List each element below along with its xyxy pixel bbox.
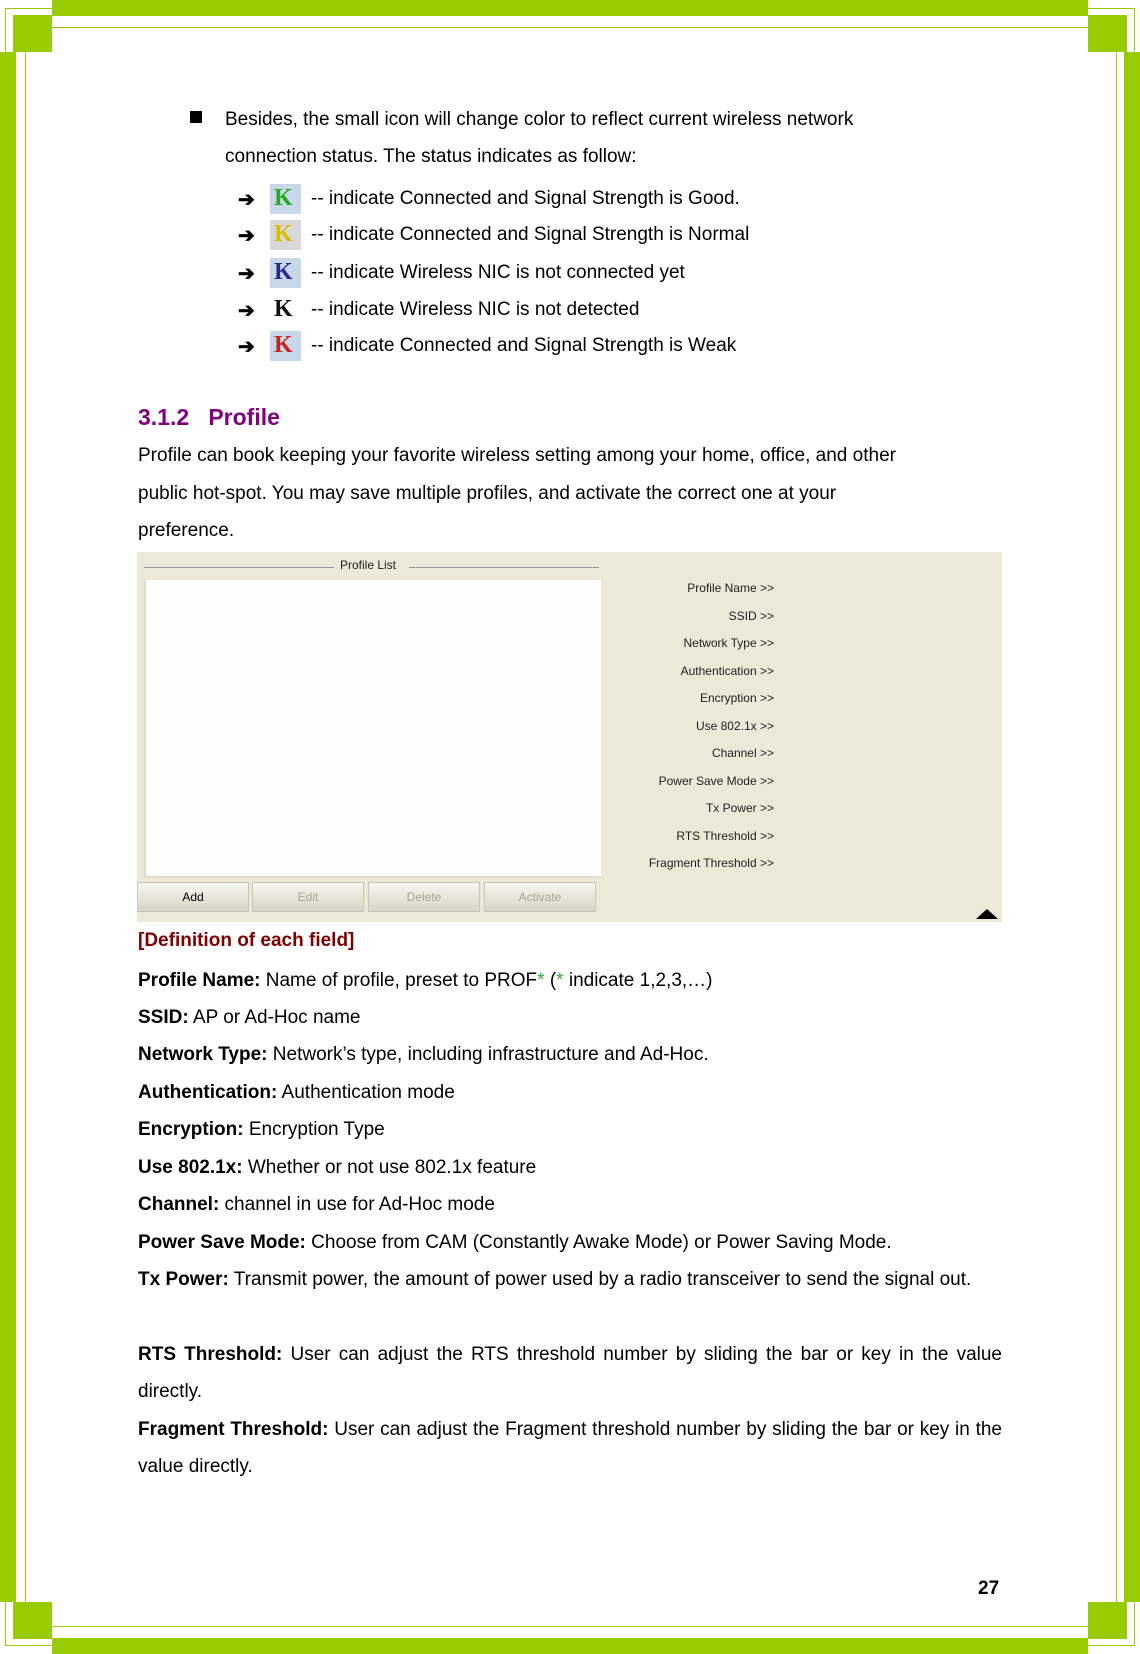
profile-screenshot: Profile List Add Edit Delete Activate Pr… [137, 552, 1002, 922]
arrow-right-icon: ➔ [238, 299, 255, 322]
definition-ssid: SSID: AP or Ad-Hoc name [138, 1007, 361, 1028]
definition-encryption: Encryption: Encryption Type [138, 1119, 385, 1140]
bullet-line-2: connection status. The status indicates … [225, 146, 637, 167]
definition-channel: Channel: channel in use for Ad-Hoc mode [138, 1194, 495, 1215]
section-heading: 3.1.2 Profile [138, 404, 280, 430]
definition-profile-name: Profile Name: Name of profile, preset to… [138, 970, 713, 991]
field-authentication: Authentication >> [680, 664, 774, 678]
delete-button[interactable]: Delete [368, 882, 480, 912]
definitions-heading: [Definition of each field] [138, 930, 355, 951]
tray-icon-yellow: K [270, 220, 301, 250]
field-rts-threshold: RTS Threshold >> [676, 829, 774, 843]
definition-rts-threshold: RTS Threshold: User can adjust the RTS t… [138, 1344, 1003, 1402]
tray-icon-blue-red: K [270, 258, 301, 288]
field-tx-power: Tx Power >> [705, 801, 774, 815]
arrow-right-icon: ➔ [238, 224, 255, 247]
status-item: ➔ K -- indicate Connected and Signal Str… [238, 181, 740, 217]
definition-use-8021x: Use 802.1x: Whether or not use 802.1x fe… [138, 1157, 537, 1178]
field-profile-name: Profile Name >> [687, 581, 774, 595]
definition-authentication: Authentication: Authentication mode [138, 1082, 455, 1103]
field-network-type: Network Type >> [683, 636, 775, 650]
field-channel: Channel >> [711, 746, 774, 760]
arrow-right-icon: ➔ [238, 335, 255, 358]
intro-line-3: preference. [138, 520, 235, 541]
definition-fragment-threshold: Fragment Threshold: User can adjust the … [138, 1419, 1002, 1477]
asterisk-glyph: * [556, 970, 564, 991]
tray-icon-green: K [270, 184, 301, 214]
intro-line-2: public hot-spot. You may save multiple p… [138, 483, 837, 504]
collapse-arrow-icon[interactable] [976, 909, 998, 919]
definition-power-save-mode: Power Save Mode: Choose from CAM (Consta… [138, 1232, 892, 1253]
field-fragment-threshold: Fragment Threshold >> [648, 856, 774, 870]
bullet-square [190, 111, 202, 123]
page-number: 27 [978, 1578, 1000, 1599]
add-button[interactable]: Add [137, 882, 249, 912]
tray-icon-red: K [270, 331, 301, 361]
status-item: ➔ K -- indicate Connected and Signal Str… [238, 328, 736, 364]
profile-list[interactable] [144, 580, 601, 878]
status-item: ➔ K -- indicate Connected and Signal Str… [238, 217, 749, 253]
field-encryption: Encryption >> [699, 691, 774, 705]
intro-line-1: Profile can book keeping your favorite w… [138, 445, 896, 466]
status-item: ➔ K -- indicate Wireless NIC is not conn… [238, 255, 685, 291]
arrow-right-icon: ➔ [238, 188, 255, 211]
definition-network-type: Network Type: Network’s type, including … [138, 1044, 709, 1065]
field-use-8021x: Use 802.1x >> [695, 719, 774, 733]
activate-button[interactable]: Activate [484, 882, 596, 912]
arrow-right-icon: ➔ [238, 262, 255, 285]
tray-icon-black: K [270, 295, 301, 325]
edit-button[interactable]: Edit [252, 882, 364, 912]
bullet-line-1: Besides, the small icon will change colo… [225, 109, 854, 130]
profile-list-title: Profile List [339, 558, 397, 572]
field-ssid: SSID >> [728, 609, 774, 623]
status-item: ➔ K -- indicate Wireless NIC is not dete… [238, 292, 639, 328]
field-power-save-mode: Power Save Mode >> [658, 774, 774, 788]
definition-tx-power: Tx Power: Transmit power, the amount of … [138, 1269, 972, 1290]
asterisk-glyph: * [537, 970, 545, 991]
